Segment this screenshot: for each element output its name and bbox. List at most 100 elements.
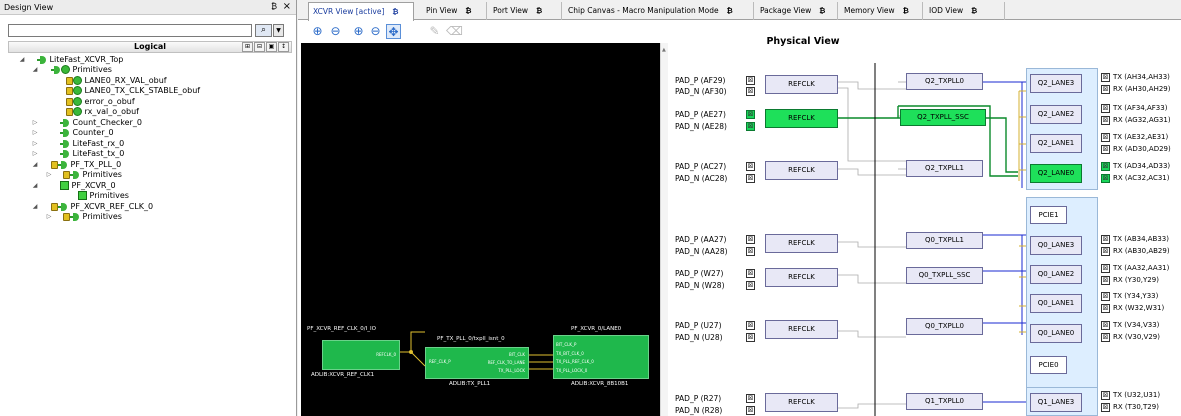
tab-iod-view[interactable]: IOD View ₿ — [925, 2, 1005, 20]
pin-checkbox[interactable]: ⊠ — [1101, 104, 1110, 113]
pin-icon[interactable]: ₿ — [392, 7, 398, 16]
search-input[interactable] — [8, 24, 252, 37]
lane-block[interactable]: Q1_LANE3 — [1030, 393, 1082, 412]
pin-icon[interactable]: ₿ — [271, 2, 277, 11]
pin-icon[interactable]: ₿ — [465, 6, 471, 15]
pin-checkbox[interactable]: ⊠ — [1101, 85, 1110, 94]
pin-checkbox[interactable]: ⊠ — [1101, 321, 1110, 330]
pad-checkbox[interactable]: ⊠ — [746, 394, 755, 403]
expand-all-button[interactable]: ⊞ — [242, 42, 253, 52]
close-icon[interactable]: × — [283, 1, 291, 12]
pin-checkbox[interactable]: ⊠ — [1101, 264, 1110, 273]
lane-block[interactable]: Q0_LANE3 — [1030, 236, 1082, 255]
xcvr-canvas[interactable]: PF_XCVR_REF_CLK_0/I_IO REFCLK_0 ADLIB:XC… — [301, 43, 660, 416]
pin-checkbox[interactable]: ⊠ — [1101, 133, 1110, 142]
tab-memory-view[interactable]: Memory View ₿ — [840, 2, 923, 20]
tab-port-view[interactable]: Port View ₿ — [489, 2, 562, 20]
expander-icon[interactable]: ▷ — [45, 212, 53, 222]
pin-checkbox[interactable]: ⊠ — [1101, 391, 1110, 400]
pin-checkbox[interactable]: ⊠ — [1101, 145, 1110, 154]
txpll-macro[interactable]: REF_CLK_P BIT_CLK REF_CLK_TO_LANE TX_PLL… — [425, 347, 529, 379]
zoom-out-icon[interactable]: ⊖ — [328, 24, 343, 39]
lane-block[interactable]: Q0_LANE2 — [1030, 265, 1082, 284]
pad-checkbox[interactable]: ⊠ — [746, 87, 755, 96]
pin-checkbox[interactable]: ⊠ — [1101, 73, 1110, 82]
tab-pin-view[interactable]: Pin View ₿ — [422, 2, 487, 20]
pad-checkbox[interactable]: ⊠ — [746, 110, 755, 119]
expander-icon[interactable]: ▷ — [31, 128, 39, 138]
pad-checkbox[interactable]: ⊠ — [746, 247, 755, 256]
pad-checkbox[interactable]: ⊠ — [746, 281, 755, 290]
expander-icon[interactable]: ▷ — [31, 139, 39, 149]
txpll-block[interactable]: Q2_TXPLL1 — [906, 160, 983, 177]
zoom-fit-icon[interactable]: ⊕ — [310, 24, 325, 39]
pad-checkbox[interactable]: ⊠ — [746, 122, 755, 131]
pin-icon[interactable]: ₿ — [536, 6, 542, 15]
refclk-macro[interactable]: REFCLK_0 — [322, 340, 400, 370]
refclk-block[interactable]: REFCLK — [765, 393, 838, 412]
sort-button[interactable]: ↕ — [278, 42, 289, 52]
move-icon[interactable]: ✥ — [386, 24, 401, 39]
refclk-block[interactable]: REFCLK — [765, 320, 838, 339]
pencil-icon[interactable]: ✎ — [427, 24, 442, 39]
expander-icon[interactable]: ◢ — [31, 181, 39, 191]
pin-checkbox[interactable]: ⊠ — [1101, 162, 1110, 171]
pin-icon[interactable]: ₿ — [727, 6, 733, 15]
refclk-block[interactable]: REFCLK — [765, 234, 838, 253]
expander-icon[interactable]: ◢ — [31, 65, 39, 75]
lane-block[interactable]: Q0_LANE0 — [1030, 324, 1082, 343]
pad-checkbox[interactable]: ⊠ — [746, 174, 755, 183]
lane-block[interactable]: Q0_LANE1 — [1030, 294, 1082, 313]
lock-filter-button[interactable]: ▣ — [266, 42, 277, 52]
pad-checkbox[interactable]: ⊠ — [746, 76, 755, 85]
txpll-block[interactable]: Q0_TXPLL1 — [906, 232, 983, 249]
refclk-block[interactable]: REFCLK — [765, 75, 838, 94]
tab-package-view[interactable]: Package View ₿ — [756, 2, 838, 20]
pin-icon[interactable]: ₿ — [819, 6, 825, 15]
expander-icon[interactable]: ◢ — [31, 160, 39, 170]
txpll-block[interactable]: Q0_TXPLL_SSC — [906, 267, 983, 284]
lane-macro[interactable]: BIT_CLK_P TX_BIT_CLK_0 TX_PLL_REF_CLK_0 … — [553, 335, 649, 379]
physical-view[interactable]: Physical View PAD_P (AF29) PAD_N (AF30) … — [668, 21, 1181, 416]
pin-checkbox[interactable]: ⊠ — [1101, 304, 1110, 313]
lane-block[interactable]: Q2_LANE1 — [1030, 134, 1082, 153]
pcie-block[interactable]: PCIE1 — [1030, 206, 1067, 224]
expander-icon[interactable]: ◢ — [31, 202, 39, 212]
pin-checkbox[interactable]: ⊠ — [1101, 292, 1110, 301]
txpll-block[interactable]: Q1_TXPLL0 — [906, 393, 983, 410]
zoom-out-alt-icon[interactable]: ⊖ — [368, 24, 383, 39]
expander-icon[interactable]: ▷ — [31, 118, 39, 128]
eraser-icon[interactable]: ⌫ — [446, 24, 463, 39]
lane-block-selected[interactable]: Q2_LANE0 — [1030, 164, 1082, 183]
scroll-up-icon[interactable]: ▲ — [662, 47, 666, 53]
lane-block[interactable]: Q2_LANE3 — [1030, 74, 1082, 93]
search-options-dropdown[interactable]: ▼ — [273, 24, 284, 37]
zoom-in-icon[interactable]: ⊕ — [351, 24, 366, 39]
pin-icon[interactable]: ₿ — [971, 6, 977, 15]
pad-checkbox[interactable]: ⊠ — [746, 162, 755, 171]
pad-checkbox[interactable]: ⊠ — [746, 406, 755, 415]
pin-checkbox[interactable]: ⊠ — [1101, 116, 1110, 125]
pad-checkbox[interactable]: ⊠ — [746, 269, 755, 278]
pin-checkbox[interactable]: ⊠ — [1101, 403, 1110, 412]
tab-chip-canvas[interactable]: Chip Canvas - Macro Manipulation Mode ₿ — [564, 2, 754, 20]
search-button[interactable]: ⌕ — [255, 24, 272, 37]
pad-checkbox[interactable]: ⊠ — [746, 235, 755, 244]
refclk-block[interactable]: REFCLK — [765, 161, 838, 180]
pin-checkbox[interactable]: ⊠ — [1101, 174, 1110, 183]
pcie-block[interactable]: PCIE0 — [1030, 356, 1067, 374]
txpll-block[interactable]: Q2_TXPLL0 — [906, 73, 983, 90]
pin-checkbox[interactable]: ⊠ — [1101, 333, 1110, 342]
expander-icon[interactable]: ▷ — [45, 170, 53, 180]
canvas-scrollbar[interactable]: ▲ — [660, 43, 668, 416]
lane-block[interactable]: Q2_LANE2 — [1030, 105, 1082, 124]
txpll-block-selected[interactable]: Q2_TXPLL_SSC — [900, 109, 986, 126]
pin-checkbox[interactable]: ⊠ — [1101, 235, 1110, 244]
refclk-block-selected[interactable]: REFCLK — [765, 109, 838, 128]
pad-checkbox[interactable]: ⊠ — [746, 333, 755, 342]
pin-icon[interactable]: ₿ — [903, 6, 909, 15]
expander-icon[interactable]: ▷ — [31, 149, 39, 159]
pin-checkbox[interactable]: ⊠ — [1101, 276, 1110, 285]
collapse-all-button[interactable]: ⊟ — [254, 42, 265, 52]
pin-checkbox[interactable]: ⊠ — [1101, 247, 1110, 256]
